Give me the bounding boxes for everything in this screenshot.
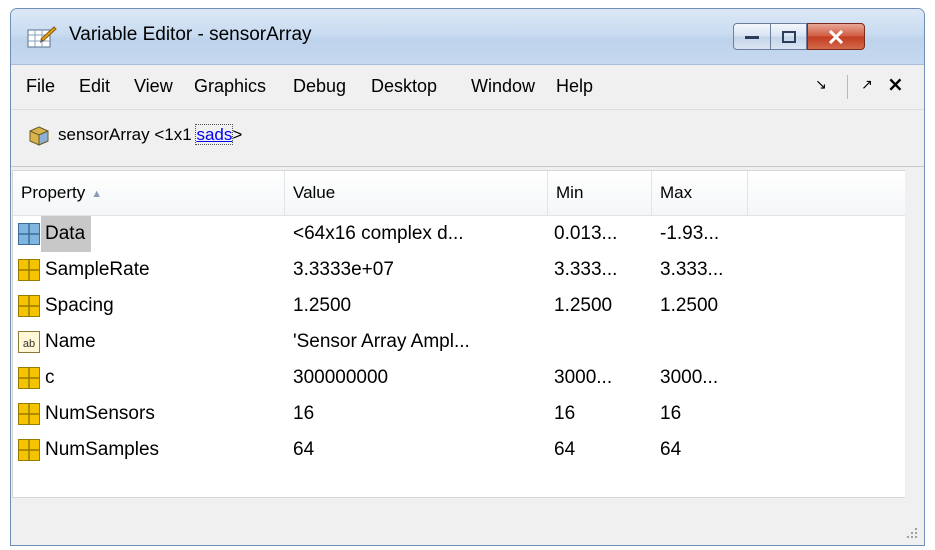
property-value[interactable]: 64: [293, 432, 314, 468]
column-label-property: Property: [21, 183, 86, 202]
breadcrumb-suffix: >: [232, 125, 243, 144]
table-row[interactable]: c 300000000 3000... 3000...: [13, 360, 905, 396]
property-name[interactable]: NumSamples: [41, 432, 165, 468]
menu-desktop[interactable]: Desktop: [371, 76, 437, 97]
column-label-min: Min: [556, 183, 584, 202]
numeric-icon: [18, 439, 40, 461]
char-icon: ab: [18, 331, 40, 353]
svg-text:ab: ab: [23, 338, 35, 350]
sort-ascending-icon: ▲: [91, 187, 103, 200]
minimize-icon: [745, 35, 759, 39]
property-min[interactable]: 3.333...: [554, 252, 617, 288]
property-max[interactable]: 3.333...: [660, 252, 723, 288]
property-min[interactable]: 0.013...: [554, 216, 617, 252]
numeric-icon: [18, 403, 40, 425]
property-name[interactable]: NumSensors: [41, 396, 161, 432]
property-max[interactable]: -1.93...: [660, 216, 719, 252]
table-row[interactable]: Spacing 1.2500 1.2500 1.2500: [13, 288, 905, 324]
close-editor-icon[interactable]: ×: [887, 72, 904, 96]
title-bar[interactable]: Variable Editor - sensorArray: [11, 9, 924, 65]
breadcrumb-variable: sensorArray <1x1: [58, 125, 197, 144]
variable-editor-icon: [27, 26, 57, 48]
property-name[interactable]: SampleRate: [41, 252, 156, 288]
numeric-icon: [18, 259, 40, 281]
column-label-value: Value: [293, 183, 336, 202]
complex-matrix-icon: [18, 223, 40, 245]
maximize-icon: [781, 30, 796, 43]
table-row[interactable]: Data <64x16 complex d... 0.013... -1.93...: [13, 216, 905, 252]
property-max[interactable]: 1.2500: [660, 288, 718, 324]
property-name[interactable]: Data: [41, 216, 92, 252]
property-table: Property ▲ Value Min Max Data <64x16 compl…: [12, 170, 905, 498]
property-min[interactable]: 1.2500: [554, 288, 612, 324]
column-header-min[interactable]: Min: [548, 171, 652, 215]
dock-arrow-icon[interactable]: ↘: [815, 77, 827, 93]
resize-grip-icon[interactable]: [904, 525, 918, 539]
menu-view[interactable]: View: [134, 76, 173, 97]
property-max[interactable]: 16: [660, 396, 681, 432]
menu-help[interactable]: Help: [556, 76, 593, 97]
property-min[interactable]: 3000...: [554, 360, 612, 396]
window-title: Variable Editor - sensorArray: [69, 24, 312, 45]
column-header-value[interactable]: Value: [285, 171, 548, 215]
property-value[interactable]: <64x16 complex d...: [293, 216, 464, 252]
table-row[interactable]: NumSensors 16 16 16: [13, 396, 905, 432]
menu-debug[interactable]: Debug: [293, 76, 346, 97]
column-header-max[interactable]: Max: [652, 171, 748, 215]
property-value[interactable]: 300000000: [293, 360, 388, 396]
menu-separator: [847, 75, 848, 99]
close-window-button[interactable]: [807, 23, 865, 50]
status-bar: [11, 499, 924, 545]
close-icon: [828, 29, 844, 44]
class-link[interactable]: sads: [195, 124, 234, 145]
property-name[interactable]: c: [41, 360, 61, 396]
menu-edit[interactable]: Edit: [79, 76, 110, 97]
numeric-icon: [18, 367, 40, 389]
property-min[interactable]: 16: [554, 396, 575, 432]
table-row[interactable]: ab Name 'Sensor Array Ampl...: [13, 324, 905, 360]
property-name[interactable]: Name: [41, 324, 102, 360]
undock-arrow-icon[interactable]: ↗: [861, 77, 873, 93]
menu-bar: File Edit View Graphics Debug Desktop Wi…: [11, 65, 924, 110]
property-value[interactable]: 16: [293, 396, 314, 432]
variable-editor-window: Variable Editor - sensorArray File Edit …: [10, 8, 925, 546]
column-header-property[interactable]: Property ▲: [13, 171, 285, 215]
property-value[interactable]: 'Sensor Array Ampl...: [293, 324, 470, 360]
table-header: Property ▲ Value Min Max: [13, 171, 905, 216]
numeric-icon: [18, 295, 40, 317]
column-label-max: Max: [660, 183, 693, 202]
property-value[interactable]: 3.3333e+07: [293, 252, 394, 288]
minimize-button[interactable]: [733, 23, 771, 50]
property-max[interactable]: 3000...: [660, 360, 718, 396]
property-value[interactable]: 1.2500: [293, 288, 351, 324]
menu-window[interactable]: Window: [471, 76, 535, 97]
property-name[interactable]: Spacing: [41, 288, 120, 324]
breadcrumb-text: sensorArray <1x1 sads>: [58, 124, 243, 145]
menu-file[interactable]: File: [26, 76, 55, 97]
table-row[interactable]: NumSamples 64 64 64: [13, 432, 905, 468]
object-cube-icon: [29, 126, 49, 146]
property-max[interactable]: 64: [660, 432, 681, 468]
table-row[interactable]: SampleRate 3.3333e+07 3.333... 3.333...: [13, 252, 905, 288]
property-min[interactable]: 64: [554, 432, 575, 468]
maximize-button[interactable]: [771, 23, 807, 50]
breadcrumb: sensorArray <1x1 sads>: [11, 110, 924, 167]
menu-graphics[interactable]: Graphics: [194, 76, 266, 97]
